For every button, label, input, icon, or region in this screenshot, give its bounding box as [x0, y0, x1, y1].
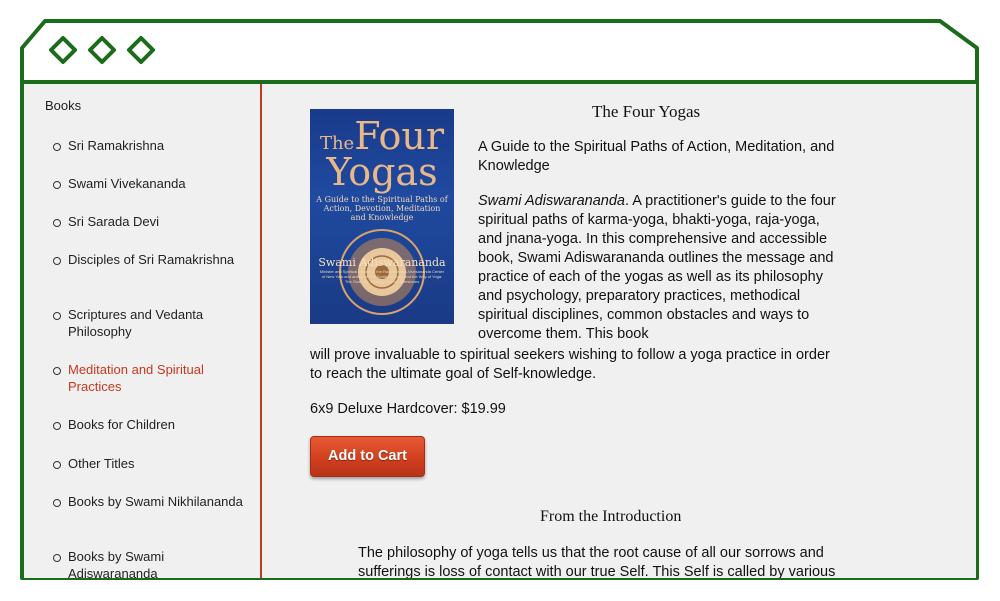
intro-text: The philosophy of yoga tells us that the…	[358, 545, 836, 578]
intro-heading: From the Introduction	[540, 508, 682, 525]
sidebar-title: Books	[45, 98, 82, 113]
product-title: The Four Yogas	[592, 102, 701, 121]
product-description: Swami Adiswarananda. A practitioner's gu…	[478, 192, 838, 344]
product-main: TheFour Yogas A Guide to the Spiritual P…	[262, 84, 976, 578]
author-name: Swami Adiswarananda	[478, 193, 625, 209]
cover-author: Swami Adiswarananda	[318, 256, 446, 269]
book-cover-image[interactable]: TheFour Yogas A Guide to the Spiritual P…	[310, 109, 454, 324]
cover-fine-print: Minister and Spiritual Leader of the Ram…	[319, 269, 445, 284]
add-to-cart-button[interactable]: Add to Cart	[310, 436, 425, 477]
sidebar: Books Sri Ramakrishna Swami Vivekananda …	[24, 84, 260, 578]
cover-subtitle: A Guide to the Spiritual Paths of Action…	[316, 195, 448, 222]
nav-item-swami-vivekananda[interactable]: Swami Vivekananda	[53, 175, 248, 192]
product-subtitle: A Guide to the Spiritual Paths of Action…	[478, 139, 835, 174]
nav-item-meditation[interactable]: Meditation and Spiritual Practices	[53, 361, 248, 395]
product-price: 6x9 Deluxe Hardcover: $19.99	[310, 401, 506, 417]
add-to-cart-label: Add to Cart	[328, 448, 407, 464]
description-continued: will prove invaluable to spiritual seeke…	[310, 347, 830, 382]
window-control-icon[interactable]	[49, 36, 77, 64]
nav-item-scriptures[interactable]: Scriptures and Vedanta Philosophy	[53, 306, 248, 340]
nav-item-adiswarananda[interactable]: Books by Swami Adiswarananda	[53, 548, 248, 578]
nav-item-children[interactable]: Books for Children	[53, 416, 248, 433]
page-content: Books Sri Ramakrishna Swami Vivekananda …	[24, 84, 976, 578]
description-text: . A practitioner's guide to the four spi…	[478, 193, 836, 342]
nav-item-other-titles[interactable]: Other Titles	[53, 455, 248, 472]
nav-item-sri-sarada-devi[interactable]: Sri Sarada Devi	[53, 213, 248, 230]
window-control-icon[interactable]	[127, 36, 155, 64]
nav-item-nikhilananda[interactable]: Books by Swami Nikhilananda	[53, 493, 248, 510]
nav-item-sri-ramakrishna[interactable]: Sri Ramakrishna	[53, 137, 248, 154]
nav-item-disciples[interactable]: Disciples of Sri Ramakrishna	[53, 251, 248, 268]
cover-title-line2: Yogas	[326, 150, 438, 194]
window-control-icon[interactable]	[88, 36, 116, 64]
